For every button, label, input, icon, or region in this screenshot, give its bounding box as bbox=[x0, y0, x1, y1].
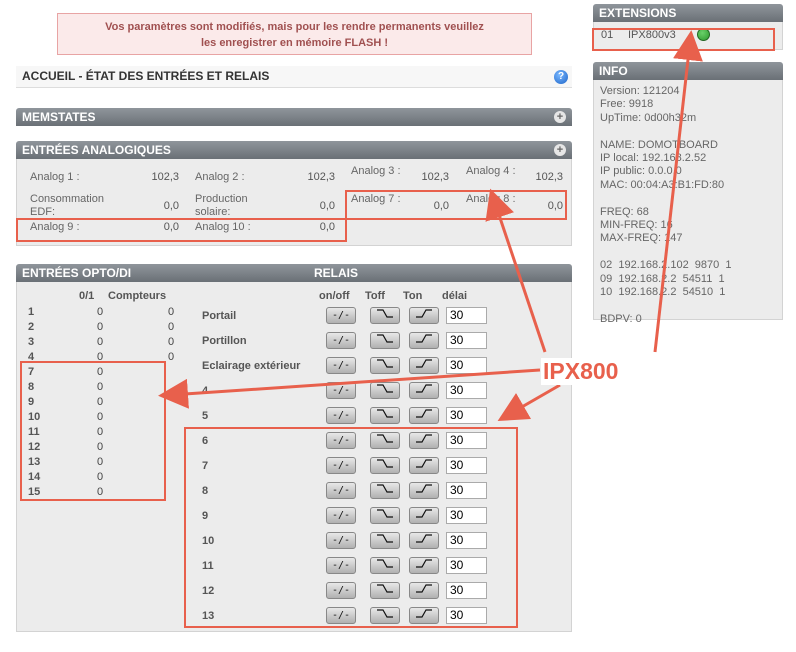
arrow-to-extension bbox=[653, 30, 703, 353]
annotation-arrows bbox=[158, 30, 703, 421]
arrow-to-opto bbox=[158, 368, 541, 409]
annotation-label: IPX800 bbox=[541, 358, 621, 385]
arrow-to-relais bbox=[497, 383, 561, 421]
arrow-to-analog bbox=[485, 188, 547, 353]
